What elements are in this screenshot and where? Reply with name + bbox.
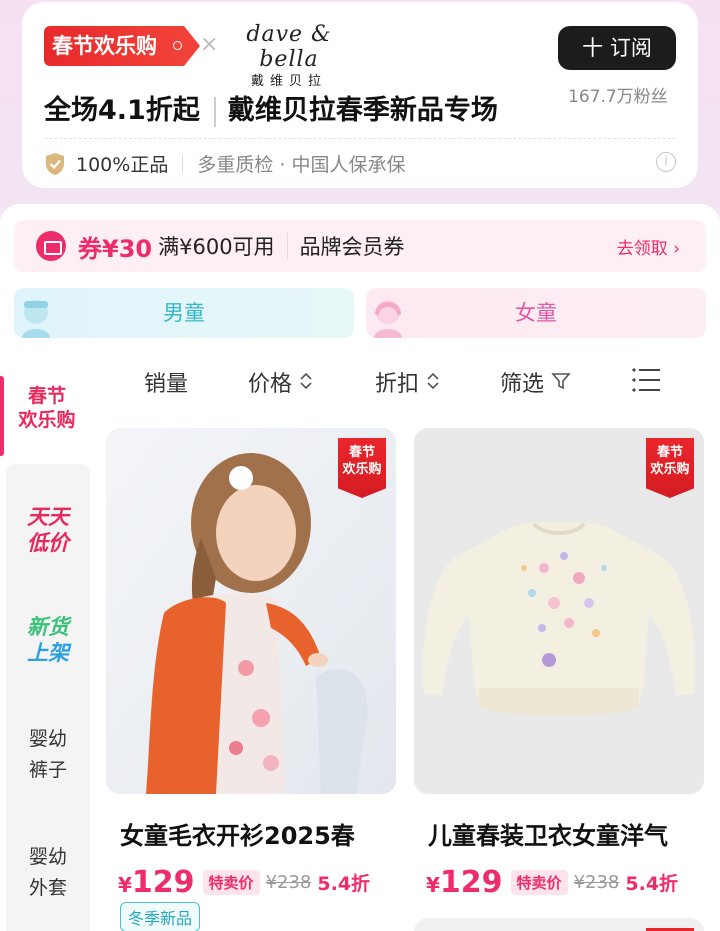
active-indicator bbox=[0, 376, 4, 456]
currency-symbol: ¥ bbox=[118, 873, 132, 897]
divider bbox=[44, 138, 676, 139]
product-price: ¥129 bbox=[118, 865, 195, 900]
subscribe-button[interactable]: 十 订阅 bbox=[558, 26, 676, 70]
sort-arrows-icon bbox=[300, 372, 312, 390]
sort-sales[interactable]: 销量 bbox=[144, 366, 188, 398]
sidebar-promo2-line2: 上架 bbox=[27, 641, 69, 665]
sidebar-promo1-line2: 低价 bbox=[27, 531, 69, 555]
info-icon[interactable]: i bbox=[656, 152, 676, 172]
list-view-icon[interactable] bbox=[630, 364, 662, 396]
headline-discount: 全场4.1折起 bbox=[44, 95, 200, 126]
sidebar-item-new-arrivals[interactable]: 新货 上架 bbox=[6, 614, 90, 666]
sidebar-item1-line2: 裤子 bbox=[28, 759, 67, 781]
tab-girls-label: 女童 bbox=[515, 301, 557, 325]
price-row: ¥129 特卖价 ¥238 5.4折 bbox=[426, 865, 704, 900]
price-row: ¥129 特卖价 ¥238 5.4折 bbox=[118, 865, 396, 900]
sort-arrows-icon bbox=[427, 372, 439, 390]
page-title: 全场4.1折起 戴维贝拉春季新品专场 bbox=[44, 88, 498, 127]
discount-rate: 5.4折 bbox=[317, 873, 371, 895]
tab-boys-label: 男童 bbox=[163, 301, 205, 325]
tab-girls[interactable]: 女童 bbox=[366, 288, 706, 338]
festival-sale-tag: 春节 欢乐购 bbox=[646, 438, 694, 498]
festival-tag-line2: 欢乐购 bbox=[342, 462, 382, 477]
sidebar-item1-line1: 婴幼 bbox=[28, 728, 67, 750]
special-price-badge: 特卖价 bbox=[202, 870, 260, 895]
sidebar-item-festival[interactable]: 春节 欢乐购 bbox=[0, 366, 96, 456]
price-value: 129 bbox=[439, 865, 503, 900]
sort-discount[interactable]: 折扣 bbox=[375, 366, 440, 398]
tab-boys[interactable]: 男童 bbox=[14, 288, 354, 338]
new-season-tag: 冬季新品 bbox=[120, 902, 201, 931]
sidebar-promo1-line1: 天天 bbox=[27, 505, 69, 529]
sidebar-item-baby-outerwear[interactable]: 婴幼 外套 bbox=[6, 842, 90, 904]
sort-price-label: 价格 bbox=[248, 372, 293, 397]
claim-coupon-link[interactable]: 去领取 › bbox=[617, 234, 680, 259]
brand-logo[interactable]: dave & bella 戴维贝拉 bbox=[234, 22, 344, 89]
shield-check-icon bbox=[46, 152, 64, 175]
headline-divider bbox=[213, 96, 216, 127]
product-card[interactable]: 春节 欢乐购 女童毛衣开衫2025春 ¥129 特卖价 ¥238 5.4折 bbox=[106, 428, 396, 900]
sidebar-list: 天天 低价 新货 上架 婴幼 裤子 婴幼 外套 bbox=[6, 464, 90, 931]
price-value: 129 bbox=[131, 865, 195, 900]
filter-button[interactable]: 筛选 bbox=[500, 366, 571, 398]
coupon-divider bbox=[286, 233, 288, 259]
brand-name-en: dave & bella bbox=[246, 22, 332, 72]
product-title[interactable]: 儿童春装卫衣女童洋气 bbox=[428, 816, 704, 851]
boy-avatar-icon bbox=[22, 300, 50, 338]
product-image[interactable]: 春节 欢乐购 bbox=[414, 428, 704, 794]
trust-row[interactable]: 100%正品 多重质检 · 中国人保承保 bbox=[44, 150, 405, 177]
sidebar-festival-line2: 欢乐购 bbox=[18, 409, 76, 431]
sidebar-promo2-line1: 新货 bbox=[27, 615, 69, 639]
coupon-condition: 满¥600可用 bbox=[158, 235, 275, 259]
badge-dot-icon bbox=[173, 41, 182, 50]
original-price: ¥238 bbox=[573, 872, 620, 893]
sidebar-item2-line2: 外套 bbox=[28, 877, 67, 899]
fan-count: 167.7万粉丝 bbox=[568, 87, 668, 107]
festival-tag-line1: 春节 bbox=[656, 445, 683, 460]
festival-tag-line1: 春节 bbox=[348, 445, 375, 460]
brand-name-cn: 戴维贝拉 bbox=[250, 74, 327, 89]
festival-badge[interactable]: 春节欢乐购 bbox=[44, 26, 200, 66]
coupon-banner[interactable]: 券¥30 满¥600可用 品牌会员券 去领取 › bbox=[14, 220, 706, 272]
sort-bar: 销量 价格 折扣 筛选 bbox=[110, 360, 720, 404]
sidebar-item-baby-pants[interactable]: 婴幼 裤子 bbox=[6, 724, 90, 786]
cross-icon: × bbox=[200, 32, 219, 57]
product-card-partial[interactable] bbox=[414, 918, 704, 931]
sort-price[interactable]: 价格 bbox=[248, 366, 313, 398]
festival-sale-tag: 春节 欢乐购 bbox=[338, 438, 386, 498]
category-sidebar: 春节 欢乐购 天天 低价 新货 上架 婴幼 裤子 婴幼 外套 bbox=[0, 354, 96, 931]
festival-tag-line2: 欢乐购 bbox=[650, 462, 690, 477]
girl-avatar-icon bbox=[374, 300, 402, 338]
coupon-amount: 券¥30 bbox=[78, 234, 153, 263]
coupon-type: 品牌会员券 bbox=[299, 235, 405, 259]
trust-guarantee: 多重质检 · 中国人保承保 bbox=[197, 154, 406, 176]
original-price: ¥238 bbox=[265, 872, 312, 893]
product-price: ¥129 bbox=[426, 865, 503, 900]
trust-divider bbox=[182, 154, 184, 173]
special-price-badge: 特卖价 bbox=[510, 870, 568, 895]
trust-genuine: 100%正品 bbox=[76, 154, 169, 176]
product-image[interactable]: 春节 欢乐购 bbox=[106, 428, 396, 794]
store-header-card: 春节欢乐购 × dave & bella 戴维贝拉 十 订阅 167.7万粉丝 … bbox=[22, 2, 698, 188]
festival-badge-label: 春节欢乐购 bbox=[52, 34, 157, 58]
product-title[interactable]: 女童毛衣开衫2025春 bbox=[120, 816, 396, 851]
filter-funnel-icon bbox=[551, 373, 571, 390]
headline-event: 戴维贝拉春季新品专场 bbox=[227, 95, 498, 126]
sidebar-item-daily-low-price[interactable]: 天天 低价 bbox=[6, 504, 90, 556]
sidebar-festival-line1: 春节 bbox=[27, 385, 66, 407]
sort-discount-label: 折扣 bbox=[375, 372, 420, 397]
filter-label: 筛选 bbox=[500, 372, 545, 397]
ticket-icon bbox=[36, 231, 66, 261]
discount-rate: 5.4折 bbox=[625, 873, 679, 895]
currency-symbol: ¥ bbox=[426, 873, 440, 897]
product-card[interactable]: 春节 欢乐购 儿童春装卫衣女童洋气 ¥129 特卖价 ¥238 5.4折 bbox=[414, 428, 704, 900]
sidebar-item2-line1: 婴幼 bbox=[28, 846, 67, 868]
sidebar-item-festival-label: 春节 欢乐购 bbox=[16, 384, 78, 432]
